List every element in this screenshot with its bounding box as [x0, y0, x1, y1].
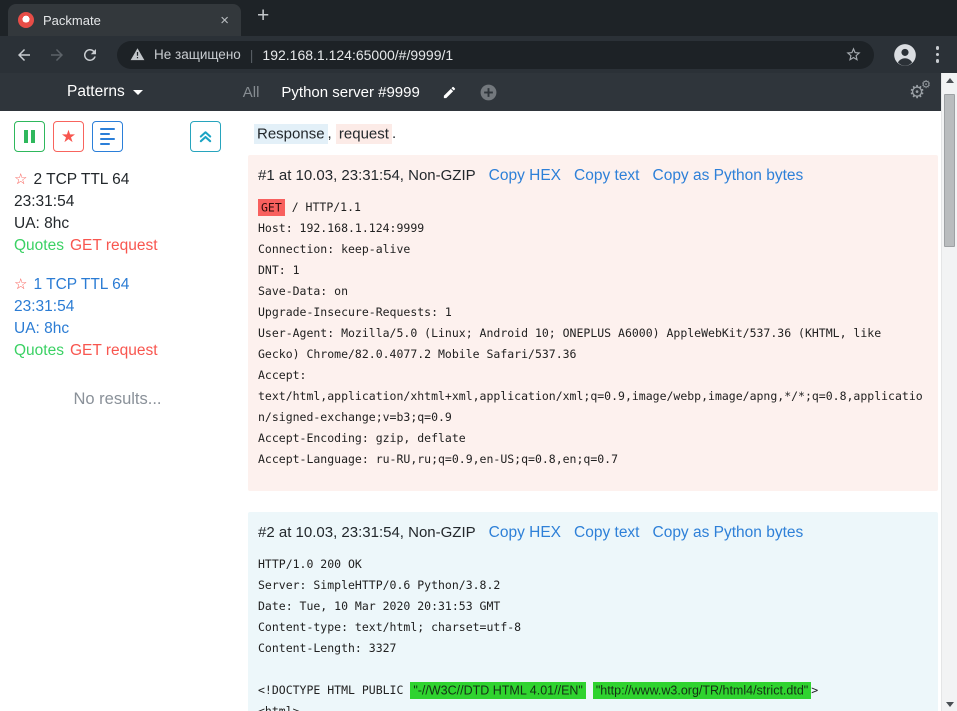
stream-tag: Quotes: [14, 235, 64, 257]
double-chevron-up-icon: [198, 129, 213, 144]
screen: Packmate × + Не защищено | 192.168.1.124…: [0, 0, 957, 711]
stream-item-time: 23:31:54: [14, 296, 221, 318]
omnibox-separator: |: [250, 47, 254, 63]
favorite-star-icon[interactable]: ☆: [14, 171, 27, 188]
copy-action-link[interactable]: Copy HEX: [489, 524, 561, 542]
stream-tag: GET request: [70, 235, 158, 257]
not-secure-warning-icon[interactable]: [130, 47, 145, 62]
stream-list: ☆2 TCP TTL 6423:31:54UA: 8hcQuotesGET re…: [14, 169, 221, 362]
packet-body: HTTP/1.0 200 OK Server: SimpleHTTP/0.6 P…: [258, 554, 928, 711]
copy-action-link[interactable]: Copy text: [574, 524, 639, 542]
settings-gears-icon[interactable]: ⚙⚙: [909, 83, 931, 101]
packet-card: #2 at 10.03, 23:31:54, Non-GZIP Copy HEX C…: [248, 512, 938, 711]
browser-tab[interactable]: Packmate ×: [8, 4, 241, 36]
stream-sidebar: ★ ☆2 TCP TTL 6423:31:54UA: 8hcQuotesGET …: [0, 111, 237, 711]
stream-item-time: 23:31:54: [14, 191, 221, 213]
browser-tab-bar: Packmate × +: [0, 0, 957, 36]
favorites-filter-button[interactable]: ★: [53, 121, 84, 152]
stream-item-title: ☆ 1 TCP TTL 64: [14, 274, 221, 296]
packmate-favicon-icon: [18, 12, 34, 28]
page-scrollbar[interactable]: [941, 73, 957, 711]
stream-item[interactable]: ☆ 1 TCP TTL 64 23:31:54UA: 8hcQuotes GET re…: [14, 274, 221, 362]
copy-action-link[interactable]: Copy as Python bytes: [653, 167, 804, 185]
copy-action-link[interactable]: Copy text: [574, 167, 639, 185]
legend-text: .: [392, 125, 396, 142]
legend-term: Response: [254, 124, 328, 144]
legend: Response, request.: [254, 125, 938, 142]
tab-all-streams[interactable]: All: [243, 84, 260, 101]
url-text[interactable]: 192.168.1.124:65000/#/9999/1: [262, 47, 835, 63]
collapse-sidebar-button[interactable]: [190, 121, 221, 152]
edit-pencil-icon[interactable]: [442, 85, 457, 100]
stream-item-title: ☆ 2 TCP TTL 64: [14, 169, 221, 191]
highlighted-match: "http://www.w3.org/TR/html4/strict.dtd": [593, 682, 811, 699]
address-bar[interactable]: Не защищено | 192.168.1.124:65000/#/9999…: [117, 41, 874, 69]
tab-service[interactable]: Python server #9999: [281, 84, 419, 101]
reload-icon[interactable]: [76, 41, 104, 69]
packet-header: #2 at 10.03, 23:31:54, Non-GZIP Copy HEX C…: [258, 524, 928, 542]
scrollbar-down-icon[interactable]: [942, 697, 957, 711]
security-status-label: Не защищено: [154, 47, 241, 62]
copy-action-link[interactable]: Copy as Python bytes: [653, 524, 804, 542]
content: ★ ☆2 TCP TTL 6423:31:54UA: 8hcQuotesGET …: [0, 111, 957, 711]
stream-item-label: 1 TCP TTL 64: [33, 276, 129, 293]
stream-item-ua: UA: 8hc: [14, 318, 221, 340]
list-filter-button[interactable]: [92, 121, 123, 152]
packet-title: #1 at 10.03, 23:31:54, Non-GZIP: [258, 167, 476, 184]
packet-panel: Response, request. #1 at 10.03, 23:31:54…: [237, 111, 957, 711]
scrollbar-thumb[interactable]: [944, 94, 955, 247]
new-tab-button[interactable]: +: [257, 4, 269, 28]
favorite-star-icon[interactable]: ☆: [14, 276, 27, 293]
no-results-label: No results...: [14, 390, 221, 409]
bookmark-star-icon[interactable]: [845, 46, 862, 63]
packet-header: #1 at 10.03, 23:31:54, Non-GZIP Copy HEX C…: [258, 167, 928, 185]
copy-action-link[interactable]: Copy HEX: [489, 167, 561, 185]
forward-icon[interactable]: [43, 41, 71, 69]
stream-item[interactable]: ☆ 2 TCP TTL 64 23:31:54UA: 8hcQuotes GET re…: [14, 169, 221, 257]
stream-tag: GET request: [70, 340, 158, 362]
pause-icon: [24, 130, 35, 143]
stream-item-tags: Quotes GET request: [14, 235, 221, 257]
stream-item-ua: UA: 8hc: [14, 213, 221, 235]
align-left-icon: [100, 128, 115, 146]
profile-avatar-icon[interactable]: [892, 42, 918, 68]
app-header: Patterns All Python server #9999 ⚙⚙: [0, 73, 957, 111]
tab-title: Packmate: [43, 13, 207, 28]
pause-button[interactable]: [14, 121, 45, 152]
browser-toolbar: Не защищено | 192.168.1.124:65000/#/9999…: [0, 36, 957, 73]
tab-close-icon[interactable]: ×: [216, 13, 233, 28]
stream-tag: Quotes: [14, 340, 64, 362]
packet-list: #1 at 10.03, 23:31:54, Non-GZIP Copy HEX C…: [248, 155, 938, 711]
back-icon[interactable]: [10, 41, 38, 69]
browser-menu-icon[interactable]: [936, 46, 940, 63]
star-icon: ★: [61, 128, 76, 145]
highlighted-match: "-//W3C//DTD HTML 4.01//EN": [410, 682, 586, 699]
scrollbar-up-icon[interactable]: [942, 73, 957, 87]
legend-text: ,: [328, 125, 336, 142]
packet-card: #1 at 10.03, 23:31:54, Non-GZIP Copy HEX C…: [248, 155, 938, 491]
add-service-icon[interactable]: [479, 83, 498, 102]
sidebar-toolbar: ★: [14, 121, 221, 152]
legend-term: request: [336, 124, 392, 144]
patterns-dropdown[interactable]: Patterns: [67, 83, 143, 101]
stream-item-tags: Quotes GET request: [14, 340, 221, 362]
patterns-label: Patterns: [67, 83, 125, 101]
highlighted-match: GET: [258, 199, 285, 216]
chevron-down-icon: [133, 90, 143, 95]
packet-body: GET / HTTP/1.1 Host: 192.168.1.124:9999 …: [258, 197, 928, 470]
packet-title: #2 at 10.03, 23:31:54, Non-GZIP: [258, 524, 476, 541]
stream-item-label: 2 TCP TTL 64: [33, 171, 129, 188]
